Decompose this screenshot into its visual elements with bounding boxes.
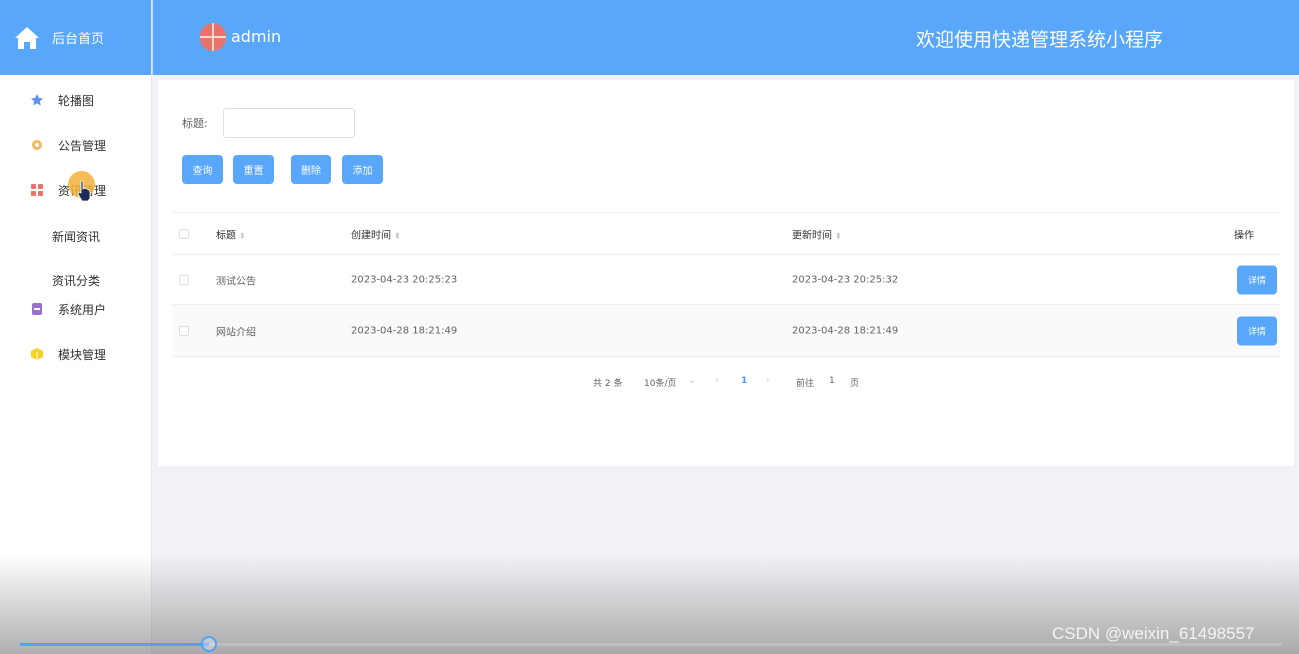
sidebar-item-users[interactable]: 系统用户	[0, 298, 152, 320]
delete-button[interactable]: 删除	[291, 155, 331, 184]
sidebar-item-label: 公告管理	[58, 138, 107, 153]
sidebar-home[interactable]: 后台首页	[0, 0, 151, 75]
username: admin	[231, 27, 282, 46]
query-button[interactable]: 查询	[182, 155, 223, 184]
sidebar-item-label: 系统用户	[58, 302, 107, 317]
sidebar-home-label: 后台首页	[52, 32, 105, 47]
page-size-select[interactable]: 10条/页	[644, 376, 677, 389]
goto-suffix: 页	[850, 379, 860, 389]
page-number-current[interactable]: 1	[741, 376, 747, 386]
content-panel: 标题: 查询 重置 删除 添加 标题 ⬍ 创建时间 ⬍ 更新时间 ⬍ 操作 测试公告 …	[158, 80, 1294, 466]
column-header-label: 更新时间	[792, 230, 832, 241]
sidebar-item-notice[interactable]: 公告管理	[0, 134, 152, 156]
add-button[interactable]: 添加	[342, 155, 383, 184]
column-header-actions: 操作	[1234, 230, 1254, 241]
video-progress-fill	[20, 643, 209, 646]
grid-icon	[31, 184, 43, 196]
select-all-checkbox[interactable]	[179, 228, 189, 239]
column-header-title[interactable]: 标题 ⬍	[216, 226, 246, 241]
row-checkbox[interactable]	[179, 325, 189, 336]
title-label: 标题:	[182, 117, 208, 130]
chevron-down-icon[interactable]: ⌄	[688, 376, 696, 386]
column-header-updated[interactable]: 更新时间 ⬍	[792, 226, 842, 241]
video-progress-knob[interactable]	[201, 636, 217, 652]
avatar[interactable]	[200, 23, 226, 51]
table-row: 网站介绍 2023-04-28 18:21:49 2023-04-28 18:2…	[172, 305, 1280, 357]
column-header-created[interactable]: 创建时间 ⬍	[351, 226, 401, 241]
welcome-title: 欢迎使用快递管理系统小程序	[916, 29, 1164, 51]
pagination-total: 共 2 条	[593, 379, 623, 389]
home-icon	[15, 26, 39, 49]
goto-label: 前往	[796, 379, 815, 389]
detail-button[interactable]: 详情	[1237, 316, 1277, 345]
prev-page-icon[interactable]: ‹	[715, 376, 719, 386]
sort-icon[interactable]: ⬍	[239, 231, 246, 240]
user-box-icon	[32, 303, 42, 315]
gear-icon	[32, 140, 42, 150]
sort-icon[interactable]: ⬍	[394, 231, 401, 240]
column-header-label: 标题	[216, 230, 236, 241]
sort-icon[interactable]: ⬍	[835, 231, 842, 240]
detail-button[interactable]: 详情	[1237, 265, 1277, 294]
sidebar-subitem-news-category[interactable]: 资讯分类	[0, 269, 152, 291]
title-search-input[interactable]	[223, 108, 355, 138]
sidebar-item-label: 新闻资讯	[52, 229, 101, 244]
cell-updated: 2023-04-23 20:25:32	[792, 274, 899, 285]
cell-title: 网站介绍	[216, 327, 256, 338]
reset-button[interactable]: 重置	[233, 155, 274, 184]
table-header-row: 标题 ⬍ 创建时间 ⬍ 更新时间 ⬍ 操作	[172, 212, 1280, 255]
sidebar-subitem-news-list[interactable]: 新闻资讯	[0, 225, 152, 247]
sidebar-item-modules[interactable]: 模块管理	[0, 343, 152, 365]
table-row: 测试公告 2023-04-23 20:25:23 2023-04-23 20:2…	[172, 255, 1280, 305]
row-checkbox[interactable]	[179, 274, 189, 285]
sidebar-item-label: 模块管理	[58, 347, 107, 362]
top-header: admin 欢迎使用快递管理系统小程序	[152, 0, 1299, 75]
cell-created: 2023-04-23 20:25:23	[351, 274, 458, 285]
star-icon	[31, 94, 43, 106]
watermark: CSDN @weixin_61498557	[1052, 624, 1255, 643]
cell-title: 测试公告	[216, 276, 256, 287]
column-header-label: 创建时间	[351, 230, 391, 241]
cube-icon	[31, 348, 43, 360]
next-page-icon[interactable]: ›	[766, 376, 770, 386]
sidebar-item-label: 资讯分类	[52, 273, 101, 288]
sidebar-item-carousel[interactable]: 轮播图	[0, 89, 152, 111]
hand-cursor-icon	[77, 180, 91, 202]
goto-page-input[interactable]: 1	[829, 376, 835, 386]
cell-created: 2023-04-28 18:21:49	[351, 325, 458, 336]
sidebar-item-label: 轮播图	[58, 93, 95, 108]
cell-updated: 2023-04-28 18:21:49	[792, 325, 899, 336]
